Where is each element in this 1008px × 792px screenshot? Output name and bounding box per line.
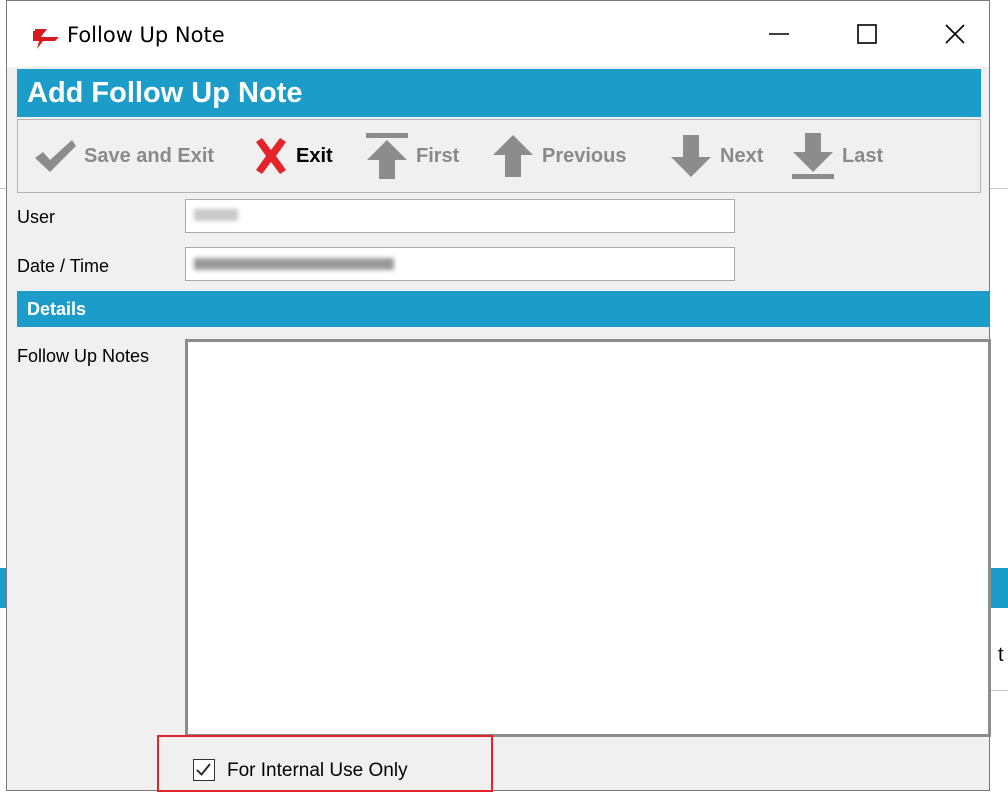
checkmark-icon [35, 140, 76, 172]
minimize-button[interactable] [739, 1, 819, 67]
save-and-exit-button[interactable]: Save and Exit [32, 120, 214, 192]
datetime-value-redacted [194, 258, 394, 270]
page-title: Add Follow Up Note [17, 69, 981, 117]
last-label: Last [842, 144, 884, 167]
follow-up-notes-label: Follow Up Notes [17, 346, 150, 366]
previous-button[interactable]: Previous [490, 120, 626, 192]
next-label: Next [720, 144, 764, 167]
user-value-redacted [194, 209, 238, 221]
first-label: First [416, 144, 460, 167]
toolbar: Save and Exit Exit First Previous Next L… [17, 119, 981, 193]
minimize-icon [769, 33, 789, 35]
datetime-label: Date / Time [17, 256, 110, 276]
first-button[interactable]: First [364, 120, 459, 192]
user-label: User [17, 207, 56, 227]
maximize-button[interactable] [827, 1, 907, 67]
internal-use-checkbox[interactable] [193, 759, 215, 781]
background-divider [990, 188, 1008, 189]
next-button[interactable]: Next [668, 120, 763, 192]
user-field[interactable] [185, 199, 735, 233]
close-button[interactable] [915, 1, 995, 67]
x-icon [256, 138, 286, 174]
red-flag-icon [33, 29, 59, 49]
maximize-icon [857, 24, 877, 44]
background-text-fragment: t [998, 644, 1004, 666]
save-and-exit-label: Save and Exit [84, 144, 215, 167]
arrow-up-icon [493, 135, 533, 177]
arrow-down-icon [671, 135, 711, 177]
background-bar-right [990, 568, 1008, 608]
last-button[interactable]: Last [790, 120, 883, 192]
checkmark-icon [196, 763, 211, 776]
follow-up-note-window: Follow Up Note Add Follow Up Note Save a… [6, 0, 991, 792]
title-bar: Follow Up Note [7, 1, 989, 67]
previous-label: Previous [542, 144, 627, 167]
window-title: Follow Up Note [67, 23, 225, 47]
close-icon [945, 24, 965, 44]
arrow-down-to-bar-icon [792, 133, 834, 179]
exit-button[interactable]: Exit [252, 120, 333, 192]
follow-up-notes-textarea[interactable] [185, 339, 991, 737]
datetime-field[interactable] [185, 247, 735, 281]
background-divider-2 [990, 690, 1008, 691]
details-section-header: Details [17, 291, 989, 327]
arrow-up-to-bar-icon [366, 133, 408, 179]
internal-use-label[interactable]: For Internal Use Only [227, 760, 408, 782]
exit-label: Exit [296, 144, 333, 167]
